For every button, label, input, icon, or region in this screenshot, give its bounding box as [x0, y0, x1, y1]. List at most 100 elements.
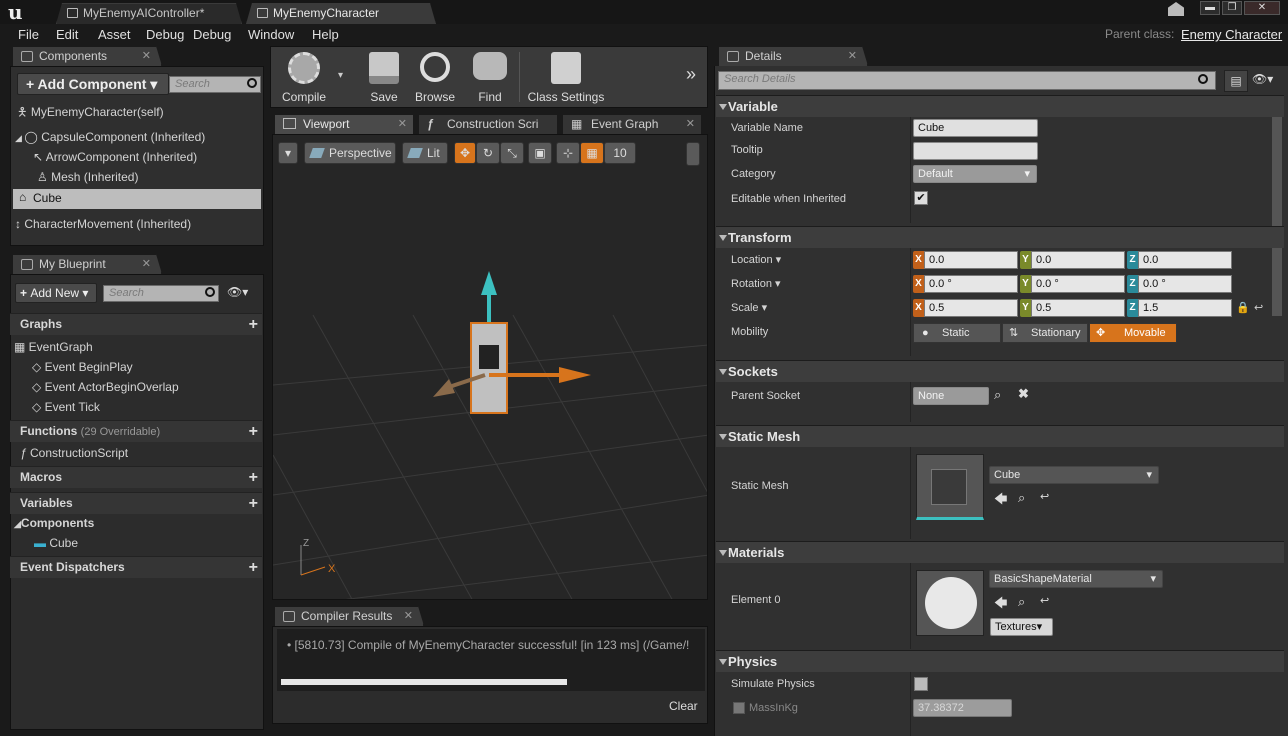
menu-debug[interactable]: Debug	[146, 27, 184, 42]
add-variable-icon[interactable]: +	[249, 495, 258, 512]
add-new-button[interactable]: + Add New ▾	[15, 283, 97, 303]
tree-components-category[interactable]: ◢Components	[14, 516, 94, 530]
location-y-field[interactable]: 0.0	[1031, 251, 1125, 269]
toolbar-overflow-icon[interactable]: »	[686, 64, 696, 85]
scale-label[interactable]: Scale ▾	[731, 301, 767, 314]
scale-z-field[interactable]: 1.5	[1138, 299, 1232, 317]
maximize-button[interactable]: ❐	[1222, 1, 1242, 15]
tree-item-self[interactable]: 🯅 MyEnemyCharacter(self)	[17, 103, 164, 124]
gizmo[interactable]	[433, 271, 591, 414]
section-materials[interactable]: Materials	[716, 541, 1284, 563]
scale-mode-button[interactable]: ⤡	[500, 142, 524, 164]
simulate-physics-checkbox[interactable]	[914, 677, 928, 691]
blueprint-search-input[interactable]: Search	[103, 285, 219, 302]
details-scrollbar[interactable]	[1272, 96, 1282, 316]
details-search-input[interactable]: Search Details	[718, 71, 1216, 90]
browse-button[interactable]: Browse	[412, 50, 458, 106]
find-button[interactable]: Find	[468, 50, 512, 106]
reset-icon[interactable]: ↩	[1254, 301, 1263, 314]
class-settings-button[interactable]: Class Settings	[524, 50, 608, 106]
translate-mode-button[interactable]: ✥	[454, 142, 476, 164]
close-icon[interactable]: ✕	[404, 607, 413, 625]
tree-item-capsule[interactable]: ◢ ◯ CapsuleComponent (Inherited)	[15, 130, 205, 144]
rotate-mode-button[interactable]: ↻	[476, 142, 500, 164]
search-icon[interactable]: ⌕	[994, 387, 1001, 403]
close-icon[interactable]: ✕	[686, 115, 695, 133]
location-x-field[interactable]: 0.0	[924, 251, 1018, 269]
section-physics[interactable]: Physics	[716, 650, 1284, 672]
tree-item-arrow[interactable]: ↖ ArrowComponent (Inherited)	[33, 150, 197, 164]
add-macro-icon[interactable]: +	[249, 469, 258, 486]
add-graph-icon[interactable]: +	[249, 316, 258, 333]
clear-button[interactable]: Clear	[669, 699, 698, 713]
add-component-button[interactable]: + Add Component ▾	[17, 73, 169, 95]
mobility-stationary-button[interactable]: ⇅ Stationary	[1002, 323, 1088, 343]
close-button[interactable]: ✕	[1244, 1, 1280, 15]
reset-icon[interactable]: ↩	[1040, 490, 1049, 503]
viewport-options-button[interactable]: ▾	[278, 142, 298, 164]
use-selected-arrow-icon[interactable]: 🡄	[994, 594, 1007, 616]
browse-asset-icon[interactable]: ⌕	[1018, 594, 1025, 610]
tab-enemy-character[interactable]: MyEnemyCharacter	[246, 3, 436, 24]
tree-item-mesh[interactable]: ♙ Mesh (Inherited)	[37, 170, 138, 184]
surface-snap-button[interactable]: ⊹	[556, 142, 580, 164]
close-icon[interactable]: ✕	[848, 47, 857, 65]
tree-event-tick[interactable]: ◇ Event Tick	[32, 400, 100, 414]
perspective-button[interactable]: Perspective	[304, 142, 396, 164]
section-variable[interactable]: Variable	[716, 95, 1284, 117]
category-dropdown[interactable]: Default ▾	[913, 165, 1037, 183]
close-icon[interactable]: ✕	[142, 255, 151, 273]
save-button[interactable]: Save	[362, 50, 406, 106]
static-mesh-dropdown[interactable]: Cube ▾	[989, 466, 1159, 484]
lock-icon[interactable]: 🔒	[1236, 301, 1250, 314]
tab-enemy-ai-controller[interactable]: MyEnemyAIController*	[56, 3, 242, 24]
location-label[interactable]: Location ▾	[731, 253, 781, 266]
menu-debug-label[interactable]: Debug	[193, 27, 231, 42]
property-matrix-icon[interactable]: ▤	[1224, 70, 1248, 92]
grid-snap-value[interactable]: 10	[604, 142, 636, 164]
tree-item-cube[interactable]: ⌂ Cube	[13, 189, 261, 209]
mobility-static-button[interactable]: ● Static	[913, 323, 1001, 343]
material-dropdown[interactable]: BasicShapeMaterial ▾	[989, 570, 1163, 588]
section-static-mesh[interactable]: Static Mesh	[716, 425, 1284, 447]
tooltip-field[interactable]	[913, 142, 1038, 160]
add-function-icon[interactable]: +	[249, 423, 258, 440]
tab-my-blueprint[interactable]: My Blueprint ✕	[12, 254, 162, 274]
compile-options-arrow-icon[interactable]: ▾	[338, 70, 343, 81]
minimize-button[interactable]: ▬	[1200, 1, 1220, 15]
parent-class-link[interactable]: Enemy Character	[1181, 27, 1282, 42]
section-functions[interactable]: Functions (29 Overridable) +	[10, 420, 262, 442]
editable-inherited-checkbox[interactable]: ✔	[914, 191, 928, 205]
tab-compiler-results[interactable]: Compiler Results ✕	[274, 606, 424, 626]
section-variables[interactable]: Variables +	[10, 492, 262, 514]
use-selected-arrow-icon[interactable]: 🡄	[994, 490, 1007, 512]
section-transform[interactable]: Transform	[716, 226, 1284, 248]
visibility-eye-icon[interactable]: 👁▾	[227, 285, 248, 299]
clear-icon[interactable]: ✖	[1018, 386, 1029, 402]
tab-construction-script[interactable]: ƒ Construction Scri	[418, 114, 558, 134]
variable-name-field[interactable]: Cube	[913, 119, 1038, 137]
rotation-x-field[interactable]: 0.0 °	[924, 275, 1018, 293]
mobility-movable-button[interactable]: ✥ Movable	[1089, 323, 1177, 343]
menu-help[interactable]: Help	[312, 27, 339, 42]
close-icon[interactable]: ✕	[398, 115, 407, 133]
tab-viewport[interactable]: Viewport ✕	[274, 114, 414, 134]
grid-snap-toggle[interactable]: ▦	[580, 142, 604, 164]
rotation-label[interactable]: Rotation ▾	[731, 277, 781, 290]
tree-construction-script[interactable]: ƒ ConstructionScript	[20, 446, 128, 460]
compiler-log-scrollbar[interactable]	[281, 679, 567, 685]
textures-dropdown[interactable]: Textures▾	[990, 618, 1053, 636]
tree-event-graph[interactable]: ▦ EventGraph	[14, 340, 93, 354]
reset-icon[interactable]: ↩	[1040, 594, 1049, 607]
tab-components[interactable]: Components ✕	[12, 46, 162, 66]
browse-asset-icon[interactable]: ⌕	[1018, 490, 1025, 506]
tree-event-actorbeginoverlap[interactable]: ◇ Event ActorBeginOverlap	[32, 380, 179, 394]
menu-file[interactable]: File	[18, 27, 39, 42]
tree-variable-cube[interactable]: ▬ Cube	[34, 536, 78, 550]
menu-edit[interactable]: Edit	[56, 27, 78, 42]
section-macros[interactable]: Macros +	[10, 466, 262, 488]
viewport[interactable]: Z X	[272, 134, 708, 600]
tab-details[interactable]: Details ✕	[718, 46, 868, 66]
material-thumbnail[interactable]	[916, 570, 984, 636]
feedback-icon[interactable]	[1168, 2, 1184, 16]
